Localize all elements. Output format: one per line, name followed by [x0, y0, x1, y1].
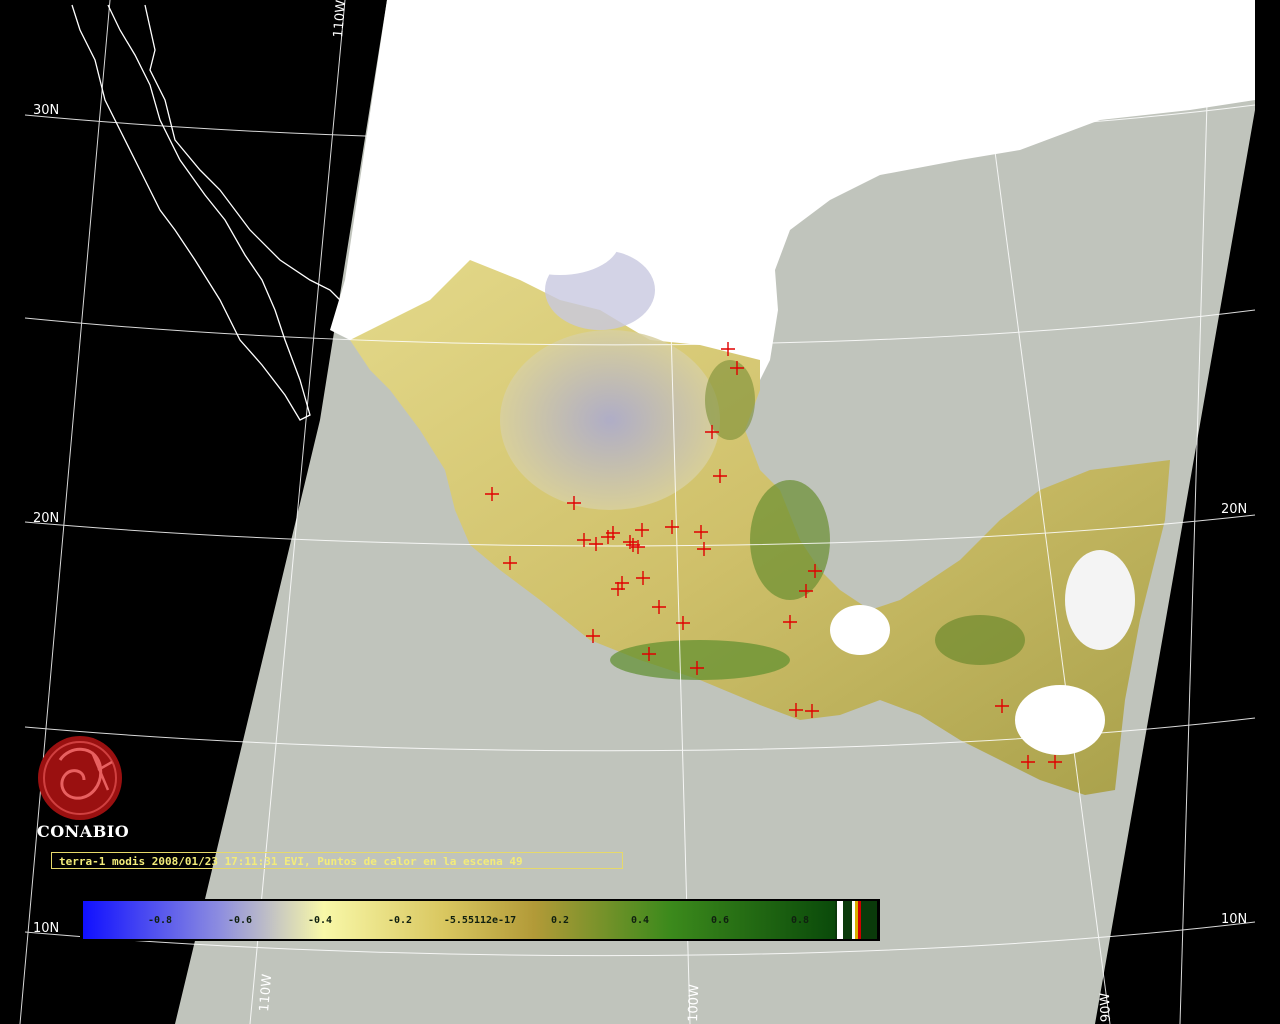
vegetation-zone: [935, 615, 1025, 665]
colorbar: -0.8 -0.6 -0.4 -0.2 -5.55112e-17 0.2 0.4 0.6 0.8: [80, 899, 880, 941]
vegetation-zone: [610, 640, 790, 680]
colorbar-tick-label: -0.2: [388, 915, 412, 926]
lat-label-10n-right: 10N: [1221, 912, 1247, 927]
logo-name: CONABIO: [37, 822, 130, 841]
cloud-patch: [500, 205, 620, 275]
colorbar-tick-label: 0.6: [711, 915, 729, 926]
lon-label-100w-bottom: 100W: [686, 984, 702, 1022]
lat-label-10n: 10N: [33, 921, 59, 936]
colorbar-tick-label: 0.4: [631, 915, 649, 926]
lat-label-30n: 30N: [33, 103, 59, 118]
coastline-sonora: [144, 4, 346, 321]
lon-label-110w-top: 110W: [331, 0, 349, 38]
satellite-map: 30N 20N 10N 20N 10N 110W 110W 100W 90W -…: [19, 0, 1256, 1024]
lon-label-90w-bottom: 90W: [1098, 992, 1114, 1022]
vegetation-zone: [750, 480, 830, 600]
scene-caption: terra-1 modis 2008/01/23 17:11:31 EVI, P…: [51, 852, 623, 869]
coastline-baja: [71, 4, 311, 421]
cloud-patch: [1015, 685, 1105, 755]
plateau-zone: [500, 330, 720, 510]
colorbar-tick-label: -5.55112e-17: [444, 915, 516, 926]
colorbar-tick-label: -0.6: [228, 915, 252, 926]
lat-label-20n-right: 20N: [1221, 502, 1247, 517]
colorbar-tick-label: 0.2: [551, 915, 569, 926]
colorbar-tick-label: 0.8: [791, 915, 809, 926]
cloud-patch: [830, 605, 890, 655]
colorbar-tick-label: -0.4: [308, 915, 332, 926]
conabio-seal-icon: [38, 736, 122, 820]
colorbar-tick-label: -0.8: [148, 915, 172, 926]
lat-label-20n: 20N: [33, 511, 59, 526]
cloud-patch: [1065, 550, 1135, 650]
